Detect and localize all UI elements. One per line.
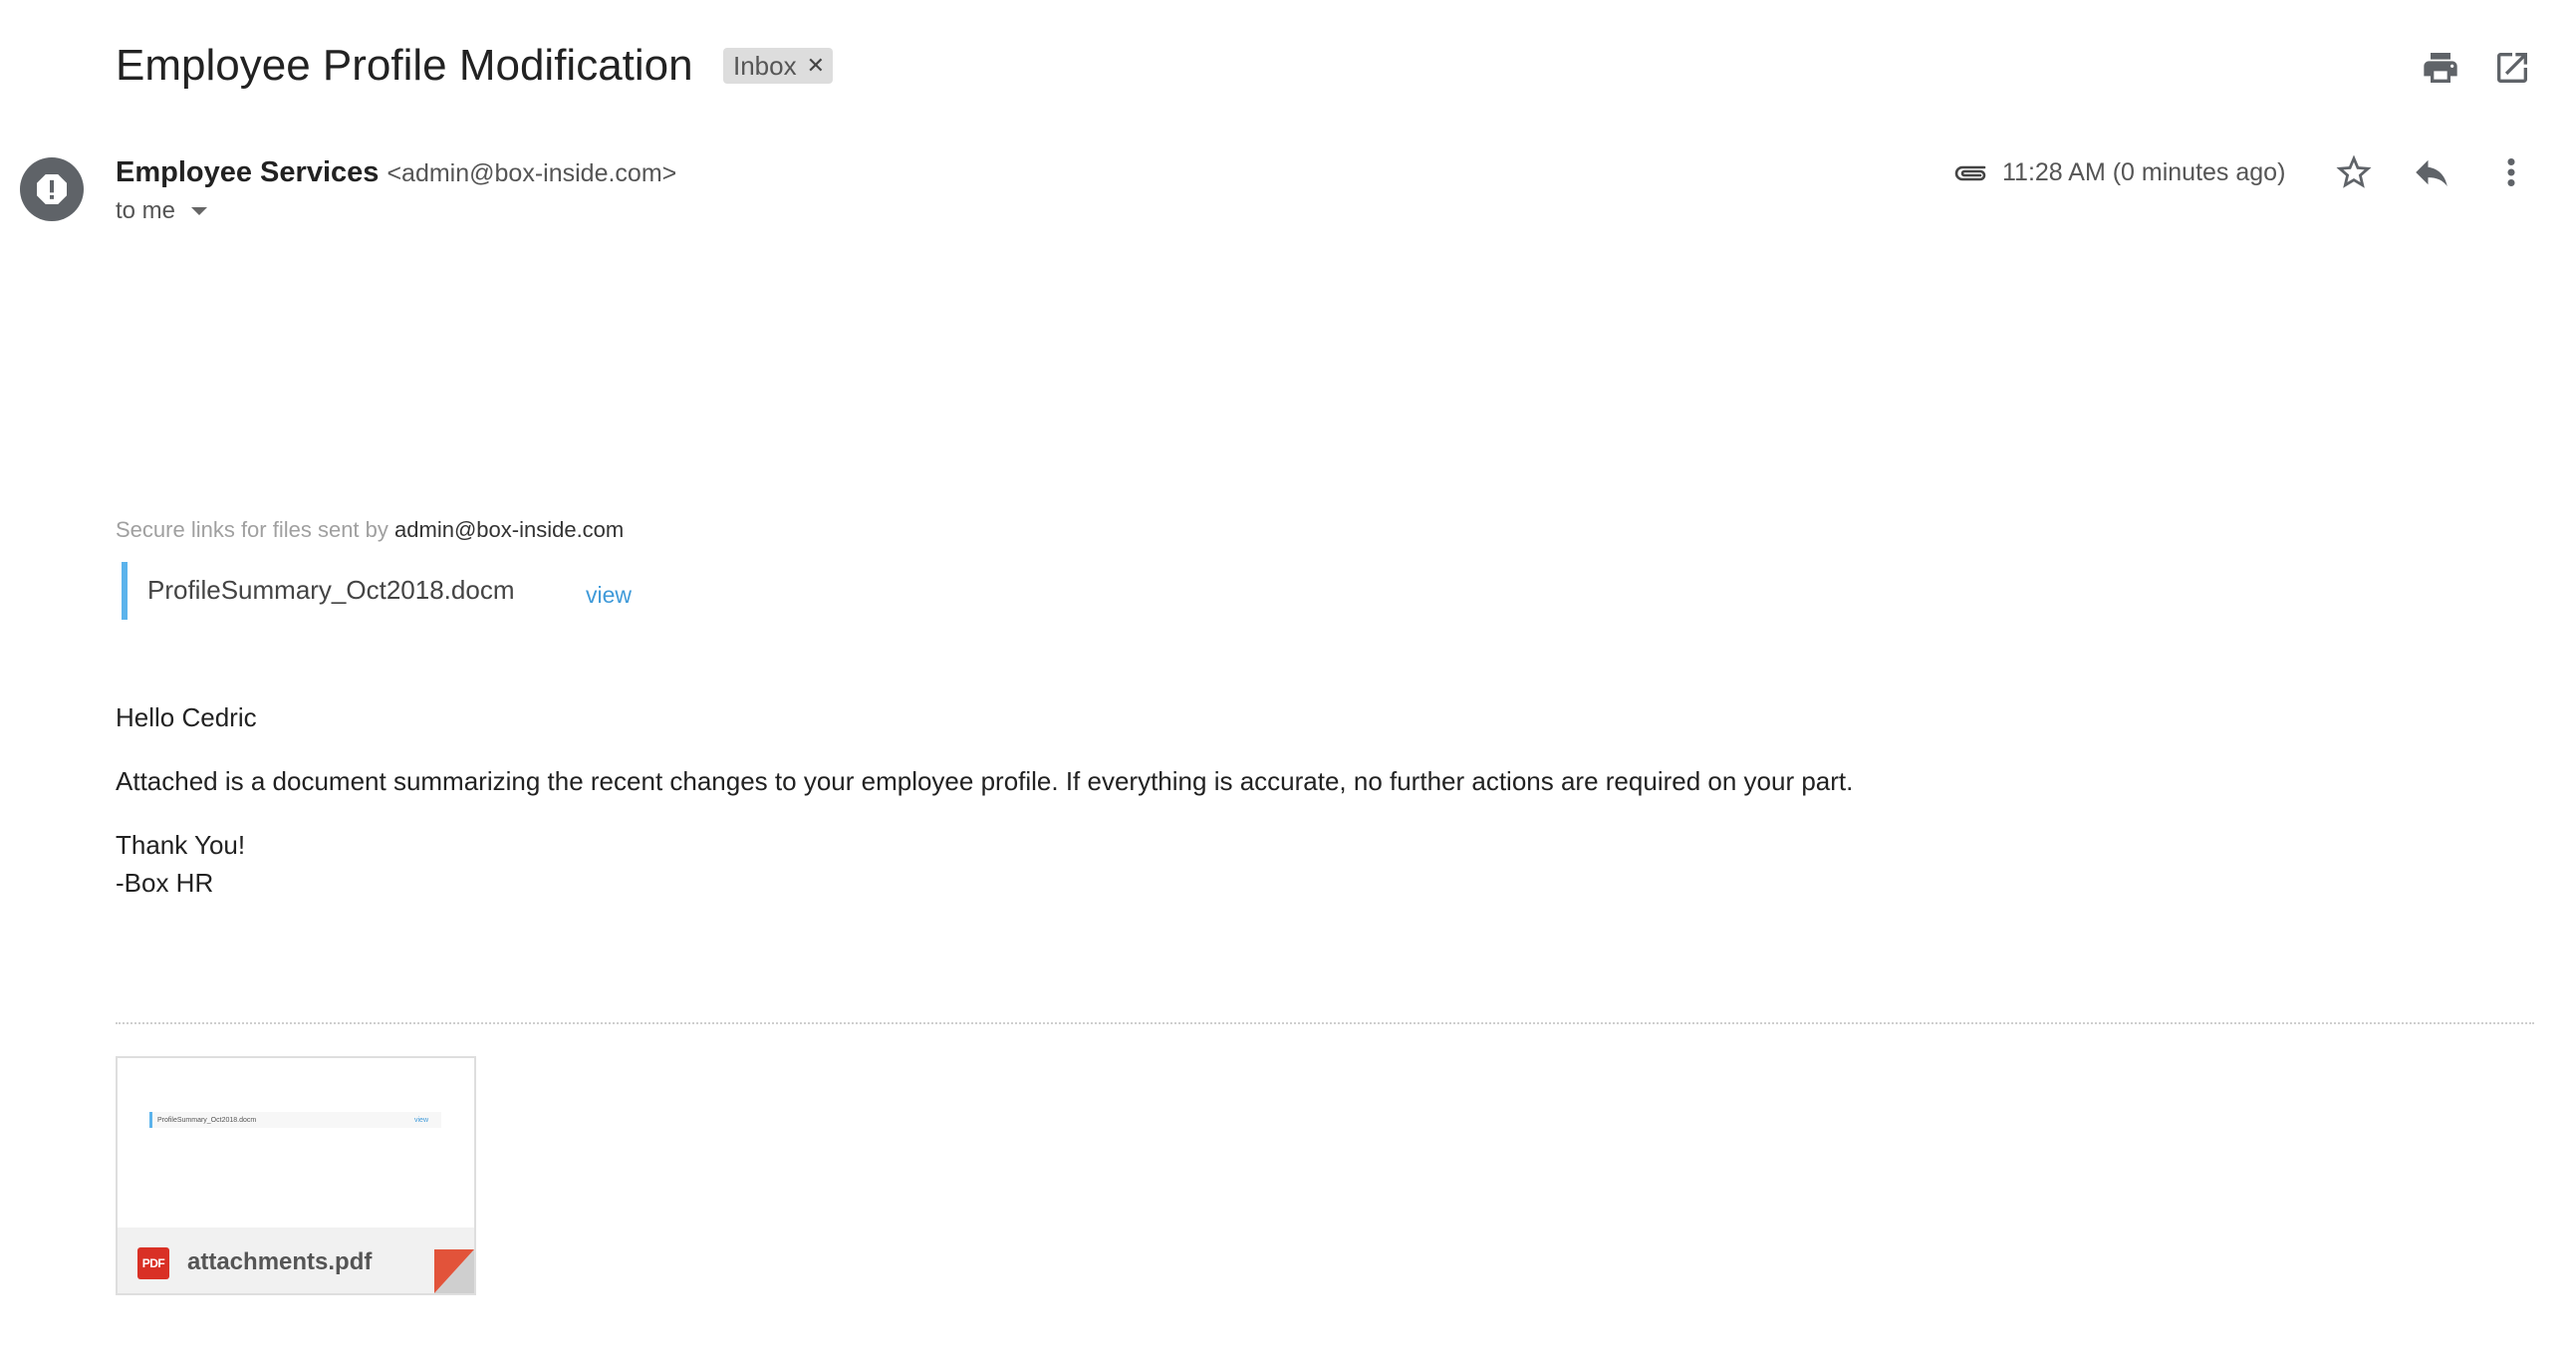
sender-line: Employee Services <admin@box-inside.com> bbox=[116, 155, 676, 190]
attachment-filename: attachments.pdf bbox=[187, 1248, 373, 1275]
attachment-thumbnail: ProfileSummary_Oct2018.docm view bbox=[118, 1058, 474, 1227]
inbox-label-chip[interactable]: Inbox ✕ bbox=[723, 48, 834, 84]
paperclip-icon bbox=[1952, 157, 1988, 187]
message-timestamp: 11:28 AM (0 minutes ago) bbox=[2002, 158, 2286, 186]
more-vert-icon[interactable] bbox=[2490, 151, 2532, 193]
inbox-label-text: Inbox bbox=[733, 51, 797, 81]
star-icon[interactable] bbox=[2333, 151, 2375, 193]
sender-email: <admin@box-inside.com> bbox=[386, 159, 677, 187]
secure-links-sender: admin@box-inside.com bbox=[394, 517, 625, 542]
linked-file-name: ProfileSummary_Oct2018.docm bbox=[147, 575, 515, 605]
attachments-divider bbox=[116, 1022, 2534, 1024]
page-curl-icon bbox=[434, 1249, 474, 1293]
secure-links-prefix: Secure links for files sent by bbox=[116, 517, 388, 542]
print-icon[interactable] bbox=[2421, 48, 2460, 88]
greeting-text: Hello Cedric bbox=[116, 702, 257, 732]
attachment-card[interactable]: ProfileSummary_Oct2018.docm view PDF att… bbox=[116, 1056, 476, 1295]
chevron-down-icon bbox=[191, 207, 208, 215]
signature-text: -Box HR bbox=[116, 868, 214, 898]
email-subject: Employee Profile Modification bbox=[116, 41, 693, 90]
sender-name[interactable]: Employee Services bbox=[116, 156, 379, 188]
recipient-text: to me bbox=[116, 197, 176, 224]
remove-label-icon[interactable]: ✕ bbox=[807, 48, 825, 84]
file-view-link[interactable]: view bbox=[586, 580, 632, 610]
thumbnail-view-link: view bbox=[414, 1117, 429, 1124]
pdf-file-icon: PDF bbox=[137, 1247, 169, 1279]
signoff-text: Thank You! bbox=[116, 830, 246, 860]
warning-icon bbox=[37, 174, 67, 204]
file-link-accent-bar bbox=[122, 562, 128, 620]
attachment-footer: PDF attachments.pdf bbox=[118, 1227, 474, 1293]
reply-icon[interactable] bbox=[2411, 151, 2452, 193]
secure-links-notice: Secure links for files sent by admin@box… bbox=[116, 516, 624, 544]
open-in-new-window-icon[interactable] bbox=[2492, 48, 2532, 88]
recipient-details-toggle[interactable]: to me bbox=[116, 195, 209, 227]
thumbnail-file-name: ProfileSummary_Oct2018.docm bbox=[157, 1117, 257, 1124]
body-paragraph: Attached is a document summarizing the r… bbox=[116, 766, 1854, 796]
sender-avatar[interactable] bbox=[20, 157, 84, 221]
